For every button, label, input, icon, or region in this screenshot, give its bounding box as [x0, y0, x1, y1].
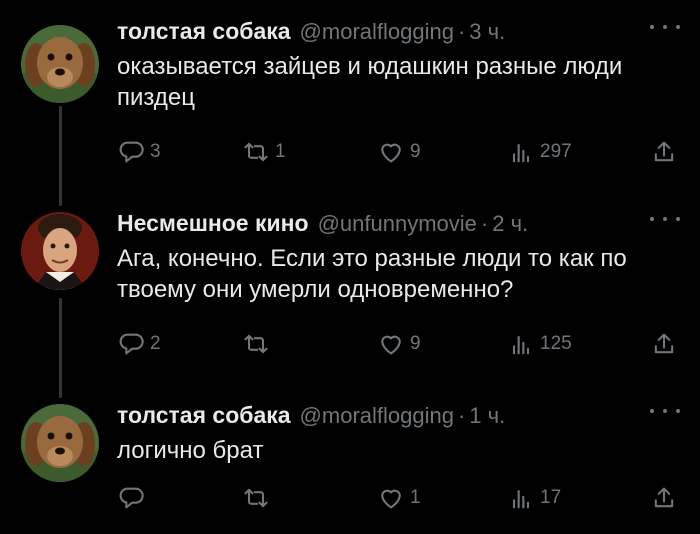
- share-icon: [650, 138, 678, 166]
- tweet-text: логично брат: [117, 437, 264, 464]
- more-icon[interactable]: [650, 214, 680, 224]
- reply-icon: [117, 138, 145, 166]
- separator-dot: ·: [480, 211, 489, 236]
- views-count: 125: [540, 333, 572, 354]
- views-count: 17: [540, 487, 562, 508]
- like-count: 9: [410, 141, 421, 162]
- tweet[interactable]: толстая собака @moralflogging · 3 ч. ока…: [0, 18, 700, 193]
- action-bar: 1 17: [117, 484, 680, 512]
- share-button[interactable]: [650, 330, 678, 358]
- like-button[interactable]: 9: [377, 138, 421, 166]
- user-handle[interactable]: @moralflogging: [300, 403, 454, 429]
- tweet-header: толстая собака @moralflogging · 1 ч.: [117, 402, 680, 432]
- reply-count: 3: [150, 141, 161, 162]
- retweet-icon: [242, 330, 270, 358]
- views-count: 297: [540, 141, 572, 162]
- like-count: 9: [410, 333, 421, 354]
- separator-dot: ·: [457, 403, 466, 428]
- display-name[interactable]: толстая собака: [117, 18, 291, 45]
- share-button[interactable]: [650, 484, 678, 512]
- action-bar: 3 1 9 297: [117, 138, 680, 166]
- reply-icon: [117, 484, 145, 512]
- like-button[interactable]: 9: [377, 330, 421, 358]
- avatar[interactable]: [21, 404, 99, 482]
- user-handle[interactable]: @unfunnymovie: [318, 211, 477, 237]
- views-button[interactable]: 297: [507, 138, 572, 166]
- retweet-icon: [242, 138, 270, 166]
- tweet-header: толстая собака @moralflogging · 3 ч.: [117, 18, 680, 48]
- retweet-count: 1: [275, 141, 286, 162]
- more-icon[interactable]: [650, 22, 680, 32]
- retweet-icon: [242, 484, 270, 512]
- tweet-text: оказывается зайцев и юдашкин разные люди…: [117, 53, 623, 111]
- reply-button[interactable]: 3: [117, 138, 161, 166]
- avatar[interactable]: [21, 212, 99, 290]
- reply-button[interactable]: [117, 484, 150, 512]
- share-button[interactable]: [650, 138, 678, 166]
- display-name[interactable]: Несмешное кино: [117, 210, 309, 237]
- like-count: 1: [410, 487, 421, 508]
- like-button[interactable]: 1: [377, 484, 421, 512]
- like-icon: [377, 138, 405, 166]
- display-name[interactable]: толстая собака: [117, 402, 291, 429]
- retweet-button[interactable]: 1: [242, 138, 286, 166]
- avatar[interactable]: [21, 25, 99, 103]
- user-handle[interactable]: @moralflogging: [300, 19, 454, 45]
- retweet-button[interactable]: [242, 330, 275, 358]
- reply-button[interactable]: 2: [117, 330, 161, 358]
- action-bar: 2 9 125: [117, 330, 680, 358]
- tweet-text: Ага, конечно. Если это разные люди то ка…: [117, 245, 627, 303]
- reply-count: 2: [150, 333, 161, 354]
- tweet-header: Несмешное кино @unfunnymovie · 2 ч.: [117, 210, 680, 240]
- views-button[interactable]: 125: [507, 330, 572, 358]
- like-icon: [377, 330, 405, 358]
- retweet-button[interactable]: [242, 484, 275, 512]
- separator-dot: ·: [457, 19, 466, 44]
- like-icon: [377, 484, 405, 512]
- share-icon: [650, 330, 678, 358]
- views-button[interactable]: 17: [507, 484, 561, 512]
- timestamp[interactable]: 1 ч.: [469, 403, 505, 429]
- more-icon[interactable]: [650, 406, 680, 416]
- tweet[interactable]: толстая собака @moralflogging · 1 ч. лог…: [0, 402, 700, 532]
- share-icon: [650, 484, 678, 512]
- views-icon: [507, 138, 535, 166]
- timestamp[interactable]: 3 ч.: [469, 19, 505, 45]
- views-icon: [507, 484, 535, 512]
- views-icon: [507, 330, 535, 358]
- timestamp[interactable]: 2 ч.: [492, 211, 528, 237]
- tweet[interactable]: Несмешное кино @unfunnymovie · 2 ч. Ага,…: [0, 210, 700, 385]
- reply-icon: [117, 330, 145, 358]
